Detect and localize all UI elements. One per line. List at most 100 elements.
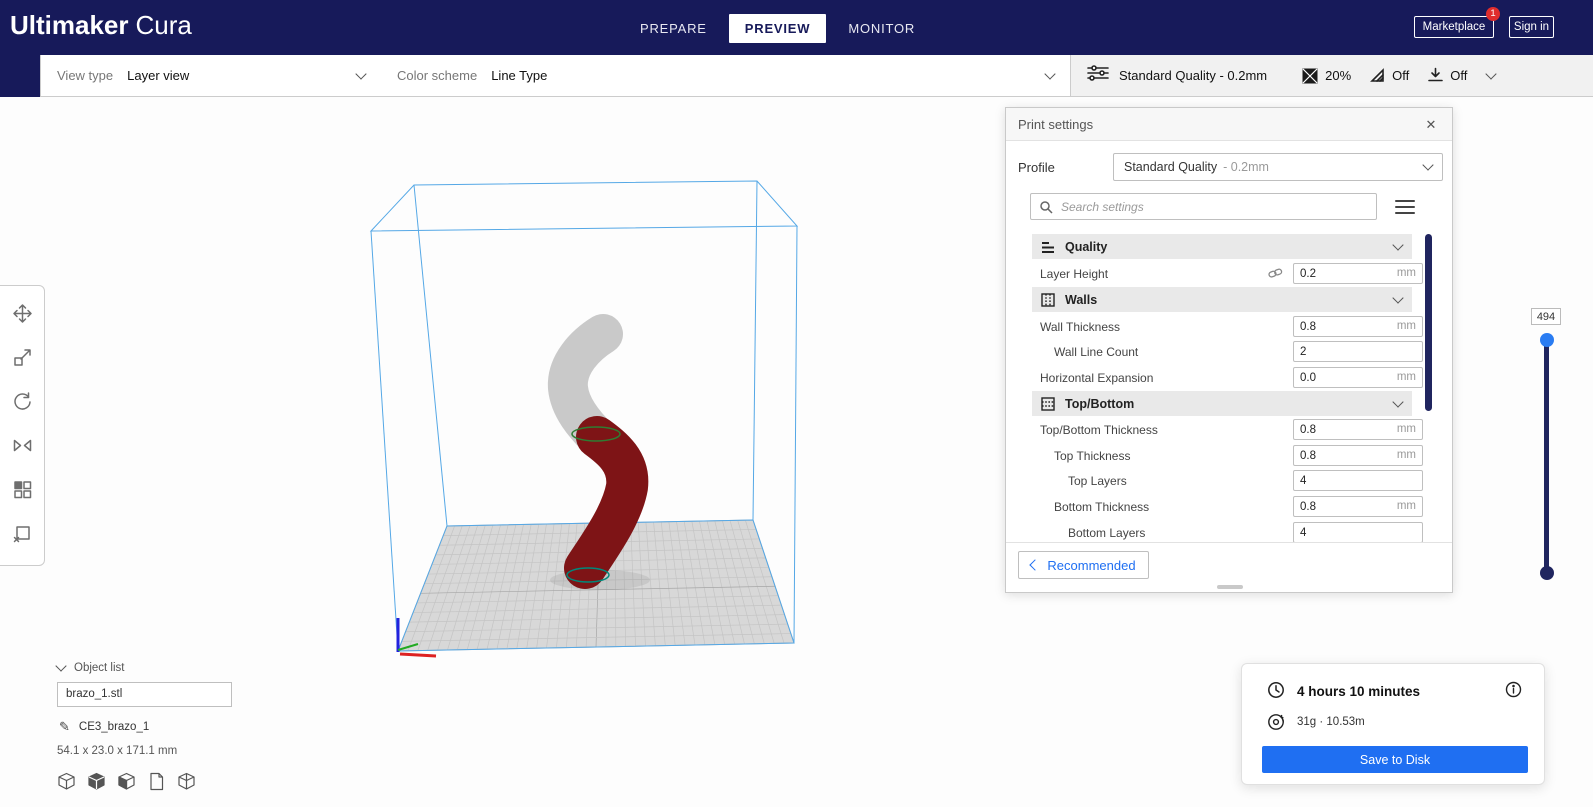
half-mesh-icon[interactable] [117, 772, 136, 791]
model-dimensions: 54.1 x 23.0 x 171.1 mm [57, 745, 178, 757]
pencil-icon: ✎ [59, 719, 70, 734]
setting-row: Wall Thickness mm [1032, 314, 1423, 339]
summary-profile: Standard Quality - 0.2mm [1119, 68, 1268, 83]
model-sliced-part [564, 416, 649, 589]
left-toolbar [0, 285, 45, 566]
layer-slider-upper-handle[interactable] [1540, 333, 1554, 347]
build-volume-wireframe [369, 180, 799, 652]
setting-value-box: mm [1293, 316, 1423, 337]
settings-scrollbar[interactable] [1425, 234, 1432, 411]
print-job-card: 4 hours 10 minutes 31g · 10.53m Save to … [1241, 663, 1545, 785]
print-settings-summary[interactable]: Standard Quality - 0.2mm 20% Off Off [1070, 55, 1593, 97]
scale-icon [13, 348, 31, 366]
bottom-layers-input[interactable] [1294, 523, 1422, 542]
setting-value-box: mm [1293, 419, 1423, 440]
setting-row: Top Layers [1032, 468, 1423, 493]
adhesion-icon [1427, 67, 1444, 84]
quality-icon [1040, 239, 1056, 255]
wall-line-count-input[interactable] [1294, 342, 1422, 361]
setting-value-box [1293, 522, 1423, 542]
category-quality[interactable]: Quality [1032, 234, 1412, 259]
profile-label: Profile [1018, 160, 1055, 175]
view-type-dropdown[interactable]: View type Layer view [40, 55, 382, 97]
setting-row: Top Thickness mm [1032, 443, 1423, 468]
printer-name-row[interactable]: ✎ CE3_brazo_1 [59, 719, 149, 735]
setting-value-box: mm [1293, 496, 1423, 517]
logo-cura: Cura [135, 10, 192, 40]
view-type-value: Layer view [127, 68, 190, 83]
signin-button[interactable]: Sign in [1509, 16, 1554, 38]
setting-value-box: mm [1293, 367, 1423, 388]
scale-tool-button[interactable] [7, 342, 37, 372]
per-model-settings-icon [13, 480, 31, 498]
mesh-type-icons [57, 772, 196, 791]
bottom-seam-ring [566, 567, 610, 583]
infill-icon [1301, 67, 1319, 85]
settings-menu-icon[interactable] [1395, 200, 1415, 214]
sliders-icon [1087, 64, 1109, 87]
material-usage: 31g · 10.53m [1297, 716, 1365, 728]
print-settings-panel: Print settings ✕ Profile Standard Qualit… [1005, 107, 1453, 593]
chevron-left-icon [1029, 559, 1042, 571]
logo-ultimaker: Ultimaker [10, 10, 129, 40]
close-icon[interactable]: ✕ [1420, 108, 1442, 141]
recommended-button[interactable]: Recommended [1018, 551, 1149, 579]
setting-value-box: mm [1293, 445, 1423, 466]
support-blocker-button[interactable] [7, 518, 37, 548]
setting-row: Top/Bottom Thickness mm [1032, 417, 1423, 442]
setting-row: Layer Height mm [1032, 261, 1423, 286]
link-icon [1268, 266, 1283, 284]
per-model-settings-button[interactable] [7, 474, 37, 504]
search-settings-input[interactable] [1059, 198, 1368, 215]
summary-infill: 20% [1325, 68, 1352, 83]
color-scheme-dropdown[interactable]: Color scheme Line Type [381, 55, 1071, 97]
wireframe-mesh-icon[interactable] [177, 772, 196, 791]
object-list-label: Object list [74, 662, 125, 674]
category-top-bottom[interactable]: Top/Bottom [1032, 391, 1412, 416]
category-walls[interactable]: Walls [1032, 287, 1412, 312]
tab-preview[interactable]: PREVIEW [728, 14, 827, 43]
spool-icon [1267, 713, 1285, 736]
mirror-tool-button[interactable] [7, 430, 37, 460]
layer-number-tooltip: 494 [1531, 308, 1561, 325]
model-unsliced-part [547, 314, 623, 457]
save-to-disk-button[interactable]: Save to Disk [1262, 746, 1528, 773]
header-left-strip [0, 55, 40, 97]
printer-name: CE3_brazo_1 [78, 721, 150, 733]
stage-tabs: PREPARE PREVIEW MONITOR [624, 14, 931, 43]
support-blocker-icon [13, 525, 30, 542]
chevron-down-icon [1392, 395, 1404, 408]
info-icon[interactable] [1505, 681, 1522, 703]
support-icon [1369, 67, 1386, 84]
chevron-down-icon [1485, 67, 1498, 80]
tab-monitor[interactable]: MONITOR [832, 14, 931, 43]
mirror-icon [13, 439, 31, 451]
color-scheme-label: Color scheme [397, 68, 478, 83]
move-icon [12, 303, 32, 323]
profile-value: Standard Quality [1124, 160, 1218, 174]
rotate-icon [13, 391, 31, 410]
top-layers-input[interactable] [1294, 471, 1422, 490]
horizontal-scrollbar[interactable] [1217, 585, 1243, 589]
layer-slider-track[interactable] [1544, 340, 1549, 573]
normal-mesh-icon[interactable] [57, 772, 76, 791]
marketplace-button[interactable]: Marketplace [1414, 16, 1494, 38]
solid-mesh-icon[interactable] [87, 772, 106, 791]
object-list-toggle[interactable]: Object list [55, 660, 125, 674]
profile-dropdown[interactable]: Standard Quality - 0.2mm [1113, 153, 1443, 181]
sheet-mesh-icon[interactable] [147, 772, 166, 791]
rotate-tool-button[interactable] [7, 386, 37, 416]
model-brazo[interactable] [547, 314, 650, 590]
chevron-down-icon [55, 660, 67, 672]
summary-adhesion: Off [1450, 68, 1468, 83]
object-list-item[interactable]: brazo_1.stl [57, 682, 232, 707]
chevron-down-icon [1392, 238, 1404, 251]
chevron-down-icon [355, 67, 367, 80]
setting-row: Bottom Thickness mm [1032, 494, 1423, 519]
settings-list: Quality Layer Height mm Walls Wall Thick… [1006, 230, 1452, 542]
layer-seam-ring [571, 426, 621, 442]
layer-slider-lower-handle[interactable] [1540, 566, 1554, 580]
tab-prepare[interactable]: PREPARE [624, 14, 723, 43]
origin-axes-icon [396, 618, 437, 658]
move-tool-button[interactable] [7, 298, 37, 328]
